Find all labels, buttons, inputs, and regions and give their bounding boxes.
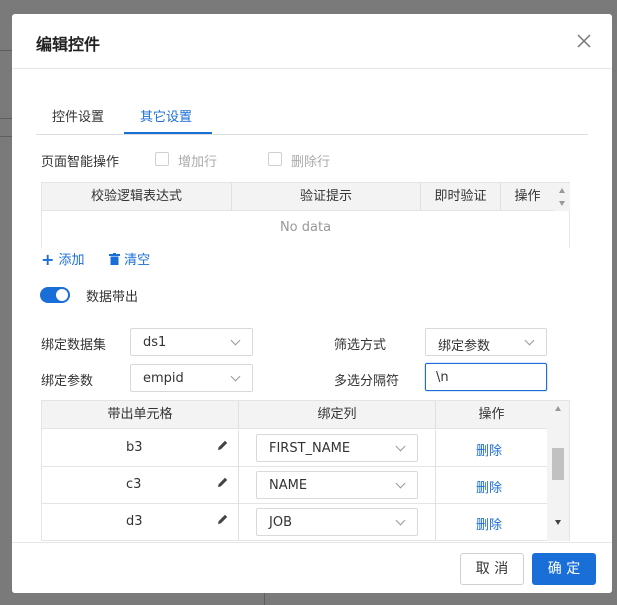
param-label: 绑定参数 bbox=[41, 374, 94, 389]
trash-icon bbox=[109, 253, 120, 269]
empty-state-text: No data bbox=[279, 220, 332, 235]
bound-column-select[interactable]: FIRST_NAME bbox=[256, 434, 418, 462]
add-row-checkbox[interactable] bbox=[155, 152, 169, 166]
mapping-grid-scrollbar[interactable] bbox=[547, 401, 569, 541]
delete-row-link[interactable]: 删除 bbox=[476, 514, 502, 533]
pencil-icon[interactable] bbox=[216, 513, 229, 530]
pencil-icon[interactable] bbox=[216, 439, 229, 456]
clear-button[interactable]: 清空 bbox=[109, 249, 150, 269]
smart-ops-label: 页面智能操作 bbox=[41, 155, 120, 170]
dataset-value: ds1 bbox=[143, 335, 167, 350]
table-row: b3 FIRST_NAME 删除 bbox=[42, 430, 547, 467]
action-cell: 删除 bbox=[436, 504, 547, 541]
cell-ref: c3 bbox=[126, 477, 142, 492]
param-select[interactable]: empid bbox=[130, 364, 253, 392]
dataset-label: 绑定数据集 bbox=[41, 338, 107, 353]
background-divider bbox=[0, 118, 12, 119]
table-row: c3 NAME 删除 bbox=[42, 467, 547, 504]
validation-grid-header: 校验逻辑表达式 验证提示 即时验证 操作 bbox=[42, 183, 554, 211]
column-header: 带出单元格 bbox=[42, 401, 239, 429]
action-cell: 删除 bbox=[436, 467, 547, 504]
bound-column-select[interactable]: NAME bbox=[256, 471, 418, 499]
validation-grid: 校验逻辑表达式 验证提示 即时验证 操作 No data bbox=[41, 182, 570, 248]
output-cell[interactable]: c3 bbox=[42, 467, 239, 504]
mapping-grid-header: 带出单元格 绑定列 操作 bbox=[42, 401, 547, 429]
separator-label: 多选分隔符 bbox=[334, 374, 400, 389]
separator-input[interactable]: \n bbox=[425, 363, 547, 391]
dataset-select[interactable]: ds1 bbox=[130, 328, 253, 356]
chevron-down-icon bbox=[395, 515, 406, 526]
chevron-down-icon bbox=[230, 335, 241, 346]
delete-row-checkbox[interactable] bbox=[268, 152, 282, 166]
filter-value: 绑定参数 bbox=[438, 339, 491, 354]
column-header: 绑定列 bbox=[239, 401, 436, 429]
column-header: 即时验证 bbox=[421, 183, 501, 211]
background-divider bbox=[0, 50, 12, 51]
action-cell: 删除 bbox=[436, 430, 547, 467]
clear-label: 清空 bbox=[124, 253, 151, 268]
close-icon[interactable] bbox=[575, 32, 593, 50]
add-button[interactable]: + 添加 bbox=[41, 249, 85, 269]
chevron-down-icon bbox=[395, 441, 406, 452]
dialog-title: 编辑控件 bbox=[36, 35, 101, 54]
pencil-icon[interactable] bbox=[216, 476, 229, 493]
dialog-header: 编辑控件 bbox=[12, 14, 612, 69]
add-label: 添加 bbox=[58, 253, 85, 268]
bound-column-select[interactable]: JOB bbox=[256, 508, 418, 536]
tab-other-settings[interactable]: 其它设置 bbox=[140, 106, 192, 125]
confirm-button[interactable]: 确 定 bbox=[532, 553, 596, 585]
data-out-label: 数据带出 bbox=[86, 290, 139, 305]
filter-label: 筛选方式 bbox=[334, 338, 387, 353]
background-divider bbox=[264, 593, 265, 605]
scroll-up-icon[interactable] bbox=[555, 406, 561, 411]
dialog-footer: 取 消 确 定 bbox=[12, 542, 612, 593]
bound-column-value: JOB bbox=[269, 515, 292, 530]
chevron-down-icon bbox=[230, 371, 241, 382]
toggle-knob bbox=[56, 289, 68, 301]
tab-widget-settings[interactable]: 控件设置 bbox=[52, 106, 104, 125]
column-header: 校验逻辑表达式 bbox=[42, 183, 232, 211]
cell-ref: b3 bbox=[126, 440, 143, 455]
bound-column-cell: JOB bbox=[239, 504, 436, 541]
column-header: 验证提示 bbox=[232, 183, 421, 211]
active-tab-indicator bbox=[124, 132, 212, 134]
plus-icon: + bbox=[41, 250, 55, 269]
chevron-down-icon bbox=[524, 335, 535, 346]
mapping-grid: 带出单元格 绑定列 操作 b3 FIRST_NAME 删除 c3 NAME 删除… bbox=[41, 400, 570, 541]
cancel-button[interactable]: 取 消 bbox=[460, 553, 524, 585]
background-divider bbox=[0, 136, 12, 137]
cell-ref: d3 bbox=[126, 514, 143, 529]
param-value: empid bbox=[143, 371, 184, 386]
output-cell[interactable]: b3 bbox=[42, 430, 239, 467]
data-out-toggle[interactable] bbox=[40, 287, 70, 303]
bound-column-value: NAME bbox=[269, 478, 308, 493]
settings-tabs: 控件设置 其它设置 bbox=[36, 100, 588, 135]
bound-column-value: FIRST_NAME bbox=[269, 441, 351, 456]
table-row: d3 JOB 删除 bbox=[42, 504, 547, 541]
scrollbar-thumb[interactable] bbox=[552, 448, 564, 480]
scroll-down-icon[interactable] bbox=[555, 520, 561, 525]
separator-value: \n bbox=[436, 370, 449, 385]
bound-column-cell: FIRST_NAME bbox=[239, 430, 436, 467]
column-header: 操作 bbox=[478, 407, 505, 422]
delete-row-link[interactable]: 删除 bbox=[476, 477, 502, 496]
scroll-up-icon[interactable] bbox=[559, 188, 565, 193]
bound-column-cell: NAME bbox=[239, 467, 436, 504]
filter-select[interactable]: 绑定参数 bbox=[425, 328, 547, 356]
chevron-down-icon bbox=[395, 478, 406, 489]
scroll-down-icon[interactable] bbox=[559, 201, 565, 206]
delete-row-label: 删除行 bbox=[291, 155, 331, 170]
validation-grid-scrollbar[interactable] bbox=[554, 183, 570, 211]
column-header: 操作 bbox=[514, 189, 541, 204]
add-row-label: 增加行 bbox=[178, 155, 218, 170]
delete-row-link[interactable]: 删除 bbox=[476, 440, 502, 459]
edit-widget-dialog: 编辑控件 控件设置 其它设置 页面智能操作 增加行 删除行 校验逻辑表达式 验证… bbox=[12, 14, 612, 593]
output-cell[interactable]: d3 bbox=[42, 504, 239, 541]
